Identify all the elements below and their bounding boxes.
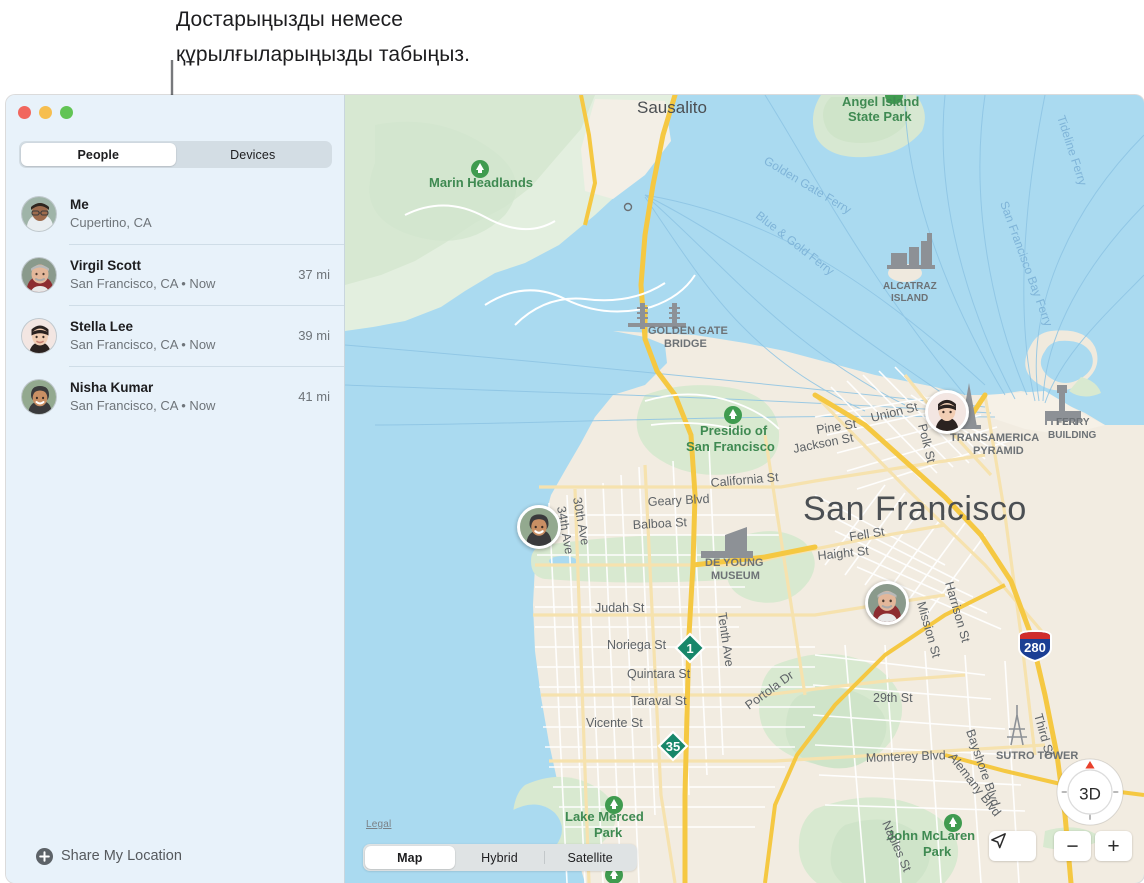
tab-map[interactable]: Map bbox=[365, 846, 455, 869]
map-street-label: Quintara St bbox=[627, 667, 691, 681]
map-street-label: Balboa St bbox=[632, 515, 687, 532]
plus-circle-icon bbox=[36, 847, 53, 865]
map-place-label: Golden Gate Ferry bbox=[761, 154, 853, 217]
map-place-label: San Francisco bbox=[686, 439, 775, 454]
map-place-label: Sausalito bbox=[637, 98, 707, 117]
map-street-label: Judah St bbox=[595, 601, 645, 615]
map-place-label: BUILDING bbox=[1048, 430, 1097, 441]
map-place-label: San Francisco Bay Ferry bbox=[997, 199, 1055, 328]
person-location: San Francisco, CA • Now bbox=[70, 398, 216, 413]
avatar bbox=[21, 378, 57, 415]
share-my-location-button[interactable]: Share My Location bbox=[6, 829, 345, 883]
map-street-label: Taraval St bbox=[631, 694, 687, 708]
tab-satellite[interactable]: Satellite bbox=[545, 846, 635, 869]
map-street-label: Noriega St bbox=[607, 638, 667, 652]
list-item[interactable]: Virgil Scott San Francisco, CA • Now 37 … bbox=[6, 244, 344, 305]
map-place-label: ALCATRAZ bbox=[883, 281, 937, 292]
map-street-label: Portola Dr bbox=[743, 668, 797, 712]
avatar bbox=[21, 317, 57, 354]
avatar bbox=[21, 195, 57, 232]
locate-me-button[interactable] bbox=[989, 831, 1036, 861]
compass-3d-label: 3D bbox=[1079, 785, 1101, 804]
compass-3d-control[interactable]: 3D bbox=[1056, 758, 1124, 826]
map-place-label: Park bbox=[923, 844, 952, 859]
map-place-label: Marin Headlands bbox=[429, 175, 533, 190]
minimize-button[interactable] bbox=[39, 106, 52, 119]
person-distance: 41 mi bbox=[298, 389, 330, 404]
sidebar: People Devices Me Cupertino, CA Virgil S… bbox=[6, 95, 345, 883]
map-route-shield-label: 1 bbox=[686, 641, 693, 656]
map-place-label: Tideline Ferry bbox=[1054, 114, 1090, 188]
map-street-label: Geary Blvd bbox=[647, 492, 710, 509]
avatar bbox=[21, 256, 57, 293]
traffic-light-controls bbox=[18, 106, 73, 119]
person-location: San Francisco, CA • Now bbox=[70, 276, 216, 291]
sidebar-tab-group: People Devices bbox=[19, 141, 332, 168]
map-place-label: GOLDEN GATE bbox=[648, 325, 728, 337]
list-item[interactable]: Nisha Kumar San Francisco, CA • Now 41 m… bbox=[6, 366, 344, 427]
person-location: Cupertino, CA bbox=[70, 215, 152, 230]
zoom-in-button[interactable]: + bbox=[1095, 831, 1132, 861]
map-place-label: BRIDGE bbox=[664, 338, 707, 350]
map-labels: Sausalito Angel IslandState Park Marin Hea… bbox=[429, 95, 1097, 875]
map-street-label: California St bbox=[710, 470, 780, 490]
map-street-label: Vicente St bbox=[586, 716, 643, 730]
map-place-label: Presidio of bbox=[700, 423, 768, 438]
tab-hybrid[interactable]: Hybrid bbox=[455, 846, 545, 869]
share-my-location-label: Share My Location bbox=[61, 848, 182, 864]
zoom-controls: − + bbox=[1054, 831, 1132, 861]
window-titlebar: People Devices bbox=[6, 95, 344, 168]
people-list: Me Cupertino, CA Virgil Scott San Franci… bbox=[6, 183, 344, 427]
map-pin-stella-lee[interactable] bbox=[925, 390, 969, 434]
map-route-shield-label: 35 bbox=[666, 739, 680, 754]
map-street-label: 29th St bbox=[873, 691, 913, 705]
map-place-label: Park bbox=[594, 825, 623, 840]
find-my-window: People Devices Me Cupertino, CA Virgil S… bbox=[6, 95, 1144, 883]
map-mode-tab-group: Map Hybrid Satellite bbox=[363, 844, 637, 871]
legal-link[interactable]: Legal bbox=[366, 819, 391, 830]
person-name: Me bbox=[70, 197, 89, 212]
person-location: San Francisco, CA • Now bbox=[70, 337, 216, 352]
map-canvas[interactable]: Sausalito Angel Island State Park Marin Hea… bbox=[345, 95, 1144, 883]
person-distance: 37 mi bbox=[298, 267, 330, 282]
map-place-label: TRANSAMERICA bbox=[950, 432, 1039, 444]
map-route-shield-label: 280 bbox=[1024, 640, 1046, 655]
person-name: Virgil Scott bbox=[70, 258, 142, 273]
map-pin-nisha-kumar[interactable] bbox=[517, 505, 561, 549]
map-place-label: DE YOUNG bbox=[705, 557, 763, 569]
map-place-label: ISLAND bbox=[891, 293, 928, 304]
person-name: Stella Lee bbox=[70, 319, 134, 334]
map-street-label: Union St bbox=[869, 400, 919, 425]
map-street-label: Tenth Ave bbox=[715, 611, 736, 667]
map-place-label: Angel Island bbox=[842, 95, 919, 109]
map-street-label: Harrison St bbox=[942, 580, 973, 644]
map-place-label: Lake Merced bbox=[565, 809, 644, 824]
person-distance: 39 mi bbox=[298, 328, 330, 343]
map-place-label: PYRAMID bbox=[973, 445, 1024, 457]
map-street-label: Monterey Blvd bbox=[866, 748, 946, 765]
person-name: Nisha Kumar bbox=[70, 380, 154, 395]
map-place-label: MUSEUM bbox=[711, 570, 760, 582]
map-route-shield: 35 bbox=[657, 730, 689, 762]
map-pin-virgil-scott[interactable] bbox=[865, 581, 909, 625]
map-street-label: Haight St bbox=[817, 544, 870, 563]
map-place-label: State Park bbox=[848, 109, 912, 124]
map-street-label: Naples St bbox=[879, 819, 914, 875]
zoom-out-button[interactable]: − bbox=[1054, 831, 1091, 861]
list-item[interactable]: Me Cupertino, CA bbox=[6, 183, 344, 244]
map-city-label: San Francisco bbox=[803, 490, 1027, 528]
map-route-shield: 1 bbox=[674, 632, 706, 664]
map-place-label: Blue & Gold Ferry bbox=[753, 208, 837, 278]
tab-devices[interactable]: Devices bbox=[176, 143, 331, 166]
maximize-button[interactable] bbox=[60, 106, 73, 119]
navigation-arrow-icon bbox=[991, 833, 1006, 849]
map-street-label: Mission St bbox=[914, 600, 943, 660]
map-place-label: FERRY bbox=[1056, 417, 1090, 428]
map-route-shield: 280 bbox=[1018, 629, 1052, 663]
close-button[interactable] bbox=[18, 106, 31, 119]
list-item[interactable]: Stella Lee San Francisco, CA • Now 39 mi bbox=[6, 305, 344, 366]
tab-people[interactable]: People bbox=[21, 143, 176, 166]
